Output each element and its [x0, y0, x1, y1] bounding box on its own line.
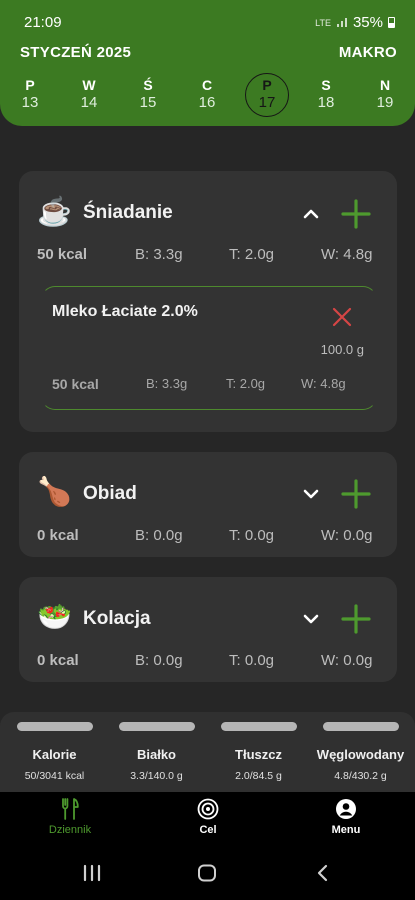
day-letter: S — [321, 77, 331, 93]
roast-chicken-icon: 🍗 — [37, 476, 72, 507]
summary-value: 3.3/140.0 g — [130, 770, 183, 782]
day-letter: Ś — [143, 77, 153, 93]
nav-item-diary[interactable]: Dziennik — [20, 798, 120, 836]
header: 21:09 LTE 35% STYCZEŃ 2025 MAKRO P 13 W … — [0, 0, 415, 126]
day-number: 19 — [376, 94, 394, 111]
day-item[interactable]: W 14 — [67, 76, 111, 112]
meal-fat: T: 0.0g — [229, 652, 275, 669]
recent-apps-icon[interactable] — [82, 864, 102, 882]
add-food-button[interactable] — [341, 199, 371, 229]
day-letter: N — [379, 77, 391, 93]
progress-bar — [322, 722, 399, 731]
day-letter: C — [201, 77, 213, 93]
hot-drink-icon: ☕ — [37, 196, 72, 227]
food-quantity: 100.0 g — [320, 342, 364, 357]
meal-title: Śniadanie — [83, 202, 173, 223]
target-icon — [197, 798, 219, 820]
salad-icon: 🥗 — [37, 601, 72, 632]
battery-icon — [388, 17, 395, 28]
summary-fat: Tłuszcz 2.0/84.5 g — [207, 712, 310, 782]
nav-label: Menu — [331, 824, 361, 836]
remove-food-button[interactable] — [332, 307, 352, 327]
food-kcal: 50 kcal — [52, 376, 99, 392]
status-indicators: LTE 35% — [315, 14, 395, 31]
progress-bar — [220, 722, 297, 731]
add-food-button[interactable] — [341, 604, 371, 634]
food-name: Mleko Łaciate 2.0% — [52, 303, 198, 320]
nav-item-menu[interactable]: Menu — [296, 798, 396, 836]
nav-item-goal[interactable]: Cel — [158, 798, 258, 836]
chevron-up-icon[interactable] — [301, 204, 321, 224]
day-number: 14 — [80, 94, 98, 111]
month-label[interactable]: STYCZEŃ 2025 — [20, 44, 131, 61]
selected-day-ring — [245, 73, 289, 117]
status-time: 21:09 — [24, 14, 62, 31]
meal-kcal: 0 kcal — [37, 652, 79, 669]
food-carbs: W: 4.8g — [301, 376, 346, 391]
signal-icon — [336, 18, 347, 27]
nav-label: Cel — [199, 824, 217, 836]
meal-title: Kolacja — [83, 608, 151, 629]
progress-bar — [16, 722, 93, 731]
day-item-selected[interactable]: P 17 — [245, 73, 289, 117]
meal-fat: T: 0.0g — [229, 527, 275, 544]
food-protein: B: 3.3g — [146, 376, 188, 391]
meal-card-lunch: 🍗 Obiad 0 kcal B: 0.0g T: 0.0g W: 0.0g — [19, 452, 397, 557]
meal-card-dinner: 🥗 Kolacja 0 kcal B: 0.0g T: 0.0g W: 0.0g — [19, 577, 397, 682]
day-item[interactable]: P 13 — [8, 76, 52, 112]
app-screen: 21:09 LTE 35% STYCZEŃ 2025 MAKRO P 13 W … — [0, 0, 415, 900]
macro-summary: Kalorie 50/3041 kcal Białko 3.3/140.0 g … — [0, 712, 415, 792]
week-day-selector: P 13 W 14 Ś 15 C 16 P 17 S 18 N 19 — [0, 73, 415, 120]
day-item[interactable]: N 19 — [363, 76, 407, 112]
day-number: 18 — [317, 94, 335, 111]
summary-label: Białko — [136, 747, 176, 762]
progress-bar — [118, 722, 195, 731]
meal-protein: B: 0.0g — [135, 527, 183, 544]
summary-label: Kalorie — [32, 747, 77, 762]
summary-protein: Białko 3.3/140.0 g — [105, 712, 208, 782]
summary-calories: Kalorie 50/3041 kcal — [3, 712, 106, 782]
chevron-down-icon[interactable] — [301, 609, 321, 629]
meal-carbs: W: 0.0g — [321, 652, 373, 669]
meal-card-breakfast: ☕ Śniadanie 50 kcal B: 3.3g T: 2.0g W: 4… — [19, 171, 397, 432]
summary-value: 2.0/84.5 g — [235, 770, 282, 782]
summary-carbs: Węglowodany 4.8/430.2 g — [309, 712, 412, 782]
day-letter: P — [25, 77, 35, 93]
day-item[interactable]: C 16 — [185, 76, 229, 112]
day-item[interactable]: Ś 15 — [126, 76, 170, 112]
day-item[interactable]: S 18 — [304, 76, 348, 112]
meal-protein: B: 3.3g — [135, 246, 183, 263]
meal-title: Obiad — [83, 483, 137, 504]
summary-label: Węglowodany — [316, 747, 405, 762]
back-icon[interactable] — [316, 864, 330, 882]
day-number: 15 — [139, 94, 157, 111]
day-letter: W — [82, 77, 96, 93]
food-entry[interactable]: Mleko Łaciate 2.0% 100.0 g 50 kcal B: 3.… — [41, 286, 377, 410]
nav-label: Dziennik — [48, 824, 92, 836]
meal-carbs: W: 0.0g — [321, 527, 373, 544]
meal-carbs: W: 4.8g — [321, 246, 373, 263]
food-fat: T: 2.0g — [226, 376, 266, 391]
meal-kcal: 0 kcal — [37, 527, 79, 544]
day-number: 13 — [21, 94, 39, 111]
meal-protein: B: 0.0g — [135, 652, 183, 669]
summary-value: 50/3041 kcal — [24, 770, 85, 782]
home-icon[interactable] — [197, 864, 217, 882]
add-food-button[interactable] — [341, 479, 371, 509]
summary-value: 4.8/430.2 g — [334, 770, 387, 782]
cutlery-icon — [62, 798, 79, 820]
day-number: 16 — [198, 94, 216, 111]
network-type: LTE — [315, 17, 331, 28]
bottom-navigation: Dziennik Cel Menu — [0, 792, 415, 850]
system-navigation-bar — [0, 850, 415, 900]
meal-kcal: 50 kcal — [37, 246, 88, 263]
meal-fat: T: 2.0g — [229, 246, 275, 263]
battery-percent: 35% — [352, 14, 383, 31]
account-icon — [336, 799, 356, 819]
summary-label: Tłuszcz — [235, 747, 282, 762]
chevron-down-icon[interactable] — [301, 484, 321, 504]
makro-button[interactable]: MAKRO — [339, 44, 397, 61]
